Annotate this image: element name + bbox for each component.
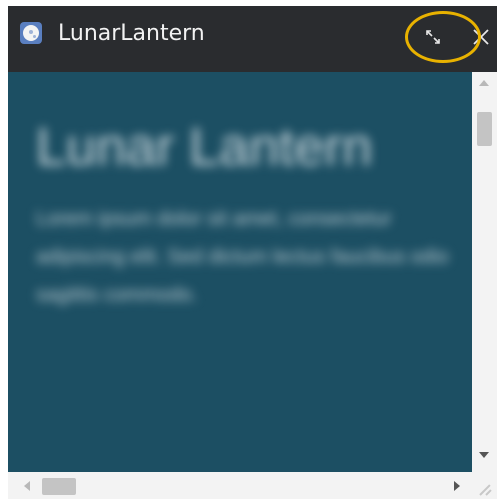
close-button[interactable] — [466, 22, 496, 52]
arrow-down-icon[interactable] — [479, 452, 489, 458]
resize-grip[interactable] — [472, 472, 497, 499]
title-bar[interactable]: LunarLantern — [8, 6, 497, 72]
arrow-up-icon[interactable] — [479, 80, 489, 86]
content-body: Lorem ipsum dolor sit amet, consectetur … — [36, 208, 449, 306]
arrow-right-icon[interactable] — [454, 481, 460, 491]
app-window: LunarLantern Lunar Lantern Lorem ipsum d… — [8, 6, 497, 499]
vertical-scrollbar[interactable] — [472, 72, 497, 472]
horizontal-scroll-thumb[interactable] — [42, 478, 76, 495]
arrow-left-icon[interactable] — [24, 481, 30, 491]
moon-icon — [20, 22, 42, 44]
content-pane[interactable]: Lunar Lantern Lorem ipsum dolor sit amet… — [8, 72, 472, 472]
content-heading: Lunar Lantern — [36, 117, 373, 177]
expand-arrows-icon — [426, 30, 440, 44]
window-title: LunarLantern — [58, 21, 205, 46]
close-icon — [473, 29, 489, 45]
horizontal-scrollbar[interactable] — [8, 472, 472, 499]
expand-button[interactable] — [418, 22, 448, 52]
vertical-scroll-thumb[interactable] — [477, 112, 492, 146]
blurred-content: Lunar Lantern Lorem ipsum dolor sit amet… — [36, 116, 456, 314]
